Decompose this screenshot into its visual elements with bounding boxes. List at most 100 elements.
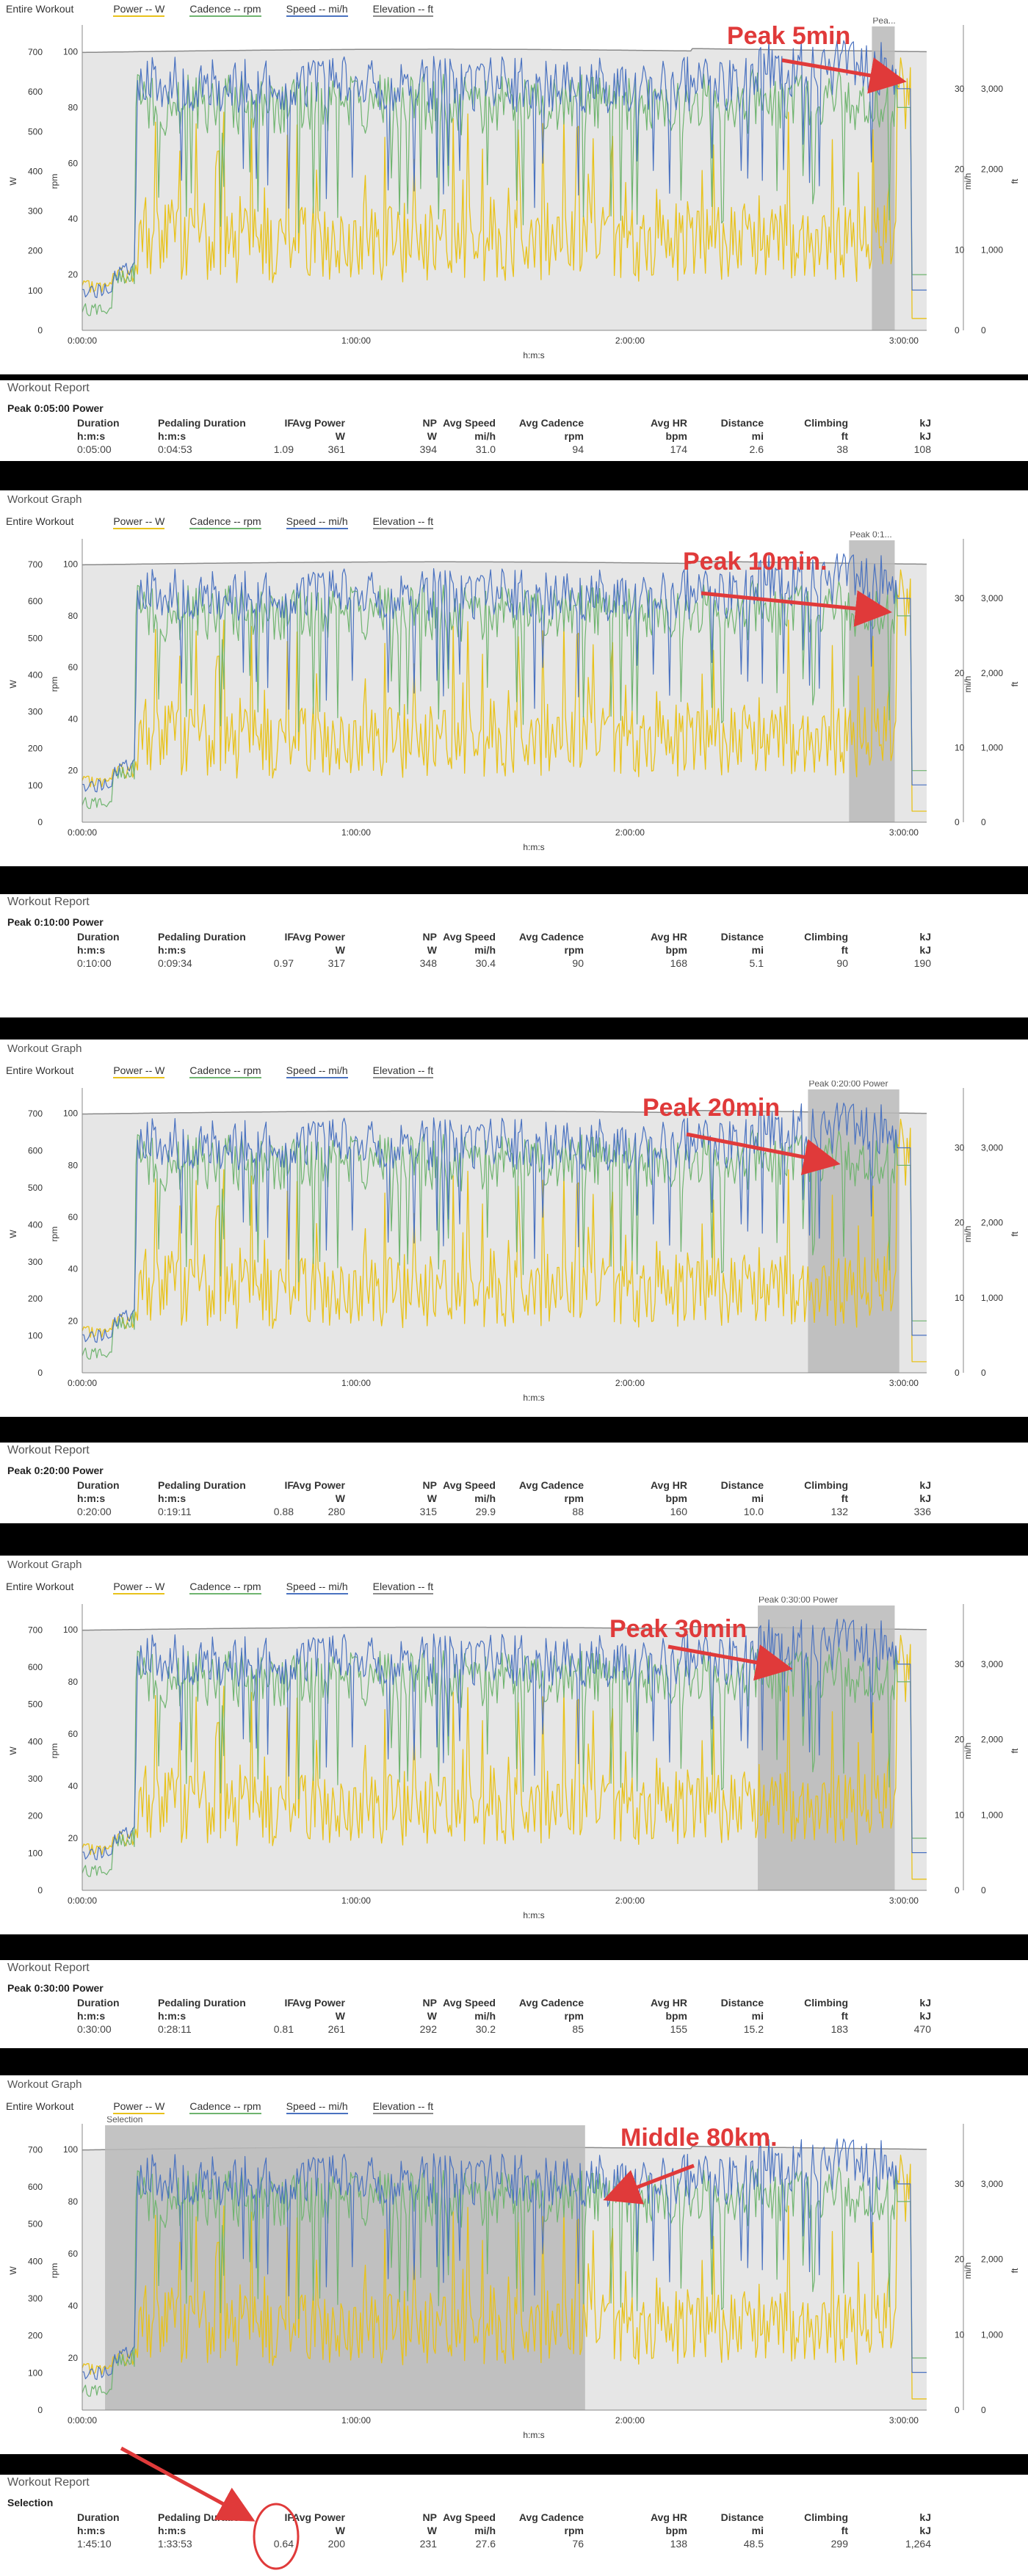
entire-workout-selector[interactable]: Entire Workout (6, 2100, 73, 2114)
speed-tick: 30 (955, 84, 965, 94)
report-avg_cadence-unit: rpm (564, 2525, 584, 2536)
speed-tick: 30 (955, 1143, 965, 1153)
entire-workout-selector[interactable]: Entire Workout (6, 3, 73, 17)
watts-axis-label: W (8, 1230, 18, 1238)
report-pedaling-val: 0:28:11 (158, 2023, 192, 2035)
legend-speed[interactable]: Speed -- mi/h (286, 515, 348, 529)
legend-cadence[interactable]: Cadence -- rpm (189, 1581, 261, 1594)
speed-tick: 0 (955, 1368, 960, 1378)
rpm-tick: 60 (68, 1729, 79, 1739)
legend-cadence[interactable]: Cadence -- rpm (189, 3, 261, 17)
speed-tick: 30 (955, 1659, 965, 1669)
legend-elevation[interactable]: Elevation -- ft (372, 1064, 434, 1078)
report-np-val: 231 (419, 2538, 437, 2550)
report-avg_power-hdr: Avg Power (292, 1479, 345, 1491)
report-avg_speed-hdr: Avg Speed (443, 2511, 496, 2523)
workout-chart[interactable]: Pea...0100200300400500600700204060801000… (0, 18, 1028, 374)
selection-range[interactable] (808, 1089, 900, 1373)
x-tick: 0:00:00 (68, 1378, 97, 1388)
report-distance-unit: mi (751, 430, 764, 442)
legend-power[interactable]: Power -- W (113, 3, 165, 17)
legend-cadence[interactable]: Cadence -- rpm (189, 1064, 261, 1078)
report-avg_hr-unit: bpm (665, 430, 687, 442)
report-duration-unit: h:m:s (77, 2010, 106, 2022)
report-avg_hr-unit: bpm (665, 1492, 687, 1504)
watts-tick: 700 (28, 47, 43, 57)
entire-workout-selector[interactable]: Entire Workout (6, 1581, 73, 1594)
legend-speed[interactable]: Speed -- mi/h (286, 3, 348, 17)
report-title: Workout Report (7, 382, 90, 394)
legend-elevation[interactable]: Elevation -- ft (372, 2100, 434, 2114)
legend-elevation[interactable]: Elevation -- ft (372, 515, 434, 529)
rpm-tick: 100 (63, 559, 78, 570)
legend-speed[interactable]: Speed -- mi/h (286, 1064, 348, 1078)
report-avg_cadence-val: 76 (572, 2538, 584, 2550)
legend-power[interactable]: Power -- W (113, 2100, 165, 2114)
legend-elevation[interactable]: Elevation -- ft (372, 1581, 434, 1594)
workout-report: Workout Report Peak 0:30:00 Power Duration… (0, 1960, 1028, 2048)
report-subtitle: Peak 0:05:00 Power (7, 402, 104, 414)
report-avg_hr-val: 155 (670, 2023, 687, 2035)
legend-cadence[interactable]: Cadence -- rpm (189, 2100, 261, 2114)
legend-power[interactable]: Power -- W (113, 1064, 165, 1078)
elevation-tick: 0 (981, 2405, 986, 2415)
selection-range[interactable] (105, 2125, 585, 2410)
elevation-axis-label: ft (1010, 1231, 1020, 1236)
report-duration-hdr: Duration (77, 417, 120, 429)
report-if-val: 0.81 (273, 2023, 294, 2035)
report-duration-unit: h:m:s (77, 944, 106, 956)
rpm-axis-label: rpm (49, 2263, 59, 2279)
workout-chart[interactable]: Peak 0:1...01002003004005006007002040608… (0, 531, 1028, 866)
report-avg_hr-val: 138 (670, 2538, 687, 2550)
report-pedaling-unit: h:m:s (158, 944, 187, 956)
speed-tick: 10 (955, 742, 965, 752)
report-distance-val: 2.6 (749, 443, 764, 455)
elevation-tick: 1,000 (981, 742, 1003, 752)
rpm-tick: 100 (63, 1625, 78, 1635)
watts-tick: 0 (37, 2405, 43, 2415)
report-kj-val: 1,264 (905, 2538, 931, 2550)
watts-tick: 0 (37, 817, 43, 827)
entire-workout-selector[interactable]: Entire Workout (6, 515, 73, 529)
report-kj-hdr: kJ (919, 931, 931, 943)
report-duration-val: 0:30:00 (77, 2023, 112, 2035)
annotation-label: Middle 80km. (620, 2124, 778, 2152)
workout-chart[interactable]: Selection0100200300400500600700204060801… (0, 2116, 1028, 2454)
report-avg_speed-unit: mi/h (474, 1492, 496, 1504)
watts-tick: 200 (28, 246, 43, 256)
report-subtitle: Peak 0:30:00 Power (7, 1982, 104, 1994)
legend-elevation[interactable]: Elevation -- ft (372, 3, 434, 17)
report-avg_speed-unit: mi/h (474, 2010, 496, 2022)
watts-axis-label: W (8, 177, 18, 186)
rpm-tick: 80 (68, 102, 79, 112)
elevation-area (82, 1110, 927, 1373)
legend-speed[interactable]: Speed -- mi/h (286, 1581, 348, 1594)
report-kj-val: 190 (913, 957, 931, 969)
x-tick: 0:00:00 (68, 2415, 97, 2426)
report-avg_cadence-val: 94 (572, 443, 584, 455)
x-axis-label: h:m:s (523, 1393, 544, 1403)
legend-power[interactable]: Power -- W (113, 1581, 165, 1594)
report-avg_speed-val: 27.6 (475, 2538, 496, 2550)
report-duration-unit: h:m:s (77, 1492, 106, 1504)
report-kj-unit: kJ (919, 944, 931, 956)
legend-power[interactable]: Power -- W (113, 515, 165, 529)
rpm-tick: 80 (68, 611, 79, 621)
report-if-val: 0.64 (273, 2538, 294, 2550)
report-climbing-val: 90 (836, 957, 848, 969)
workout-chart[interactable]: Peak 0:20:00 Power0100200300400500600700… (0, 1081, 1028, 1417)
report-avg_hr-unit: bpm (665, 2525, 687, 2536)
watts-tick: 700 (28, 1625, 43, 1635)
watts-tick: 200 (28, 744, 43, 754)
legend-speed[interactable]: Speed -- mi/h (286, 2100, 348, 2114)
report-avg_speed-val: 29.9 (475, 1506, 496, 1517)
report-avg_power-hdr: Avg Power (292, 1997, 345, 2009)
report-avg_power-val: 317 (327, 957, 345, 969)
speed-tick: 0 (955, 2405, 960, 2415)
report-pedaling-hdr: Pedaling Duration (158, 2511, 246, 2523)
workout-report: Workout Report Peak 0:10:00 Power Duration… (0, 894, 1028, 1017)
legend-cadence[interactable]: Cadence -- rpm (189, 515, 261, 529)
watts-tick: 500 (28, 2219, 43, 2229)
workout-chart[interactable]: Peak 0:30:00 Power0100200300400500600700… (0, 1597, 1028, 1934)
entire-workout-selector[interactable]: Entire Workout (6, 1064, 73, 1078)
